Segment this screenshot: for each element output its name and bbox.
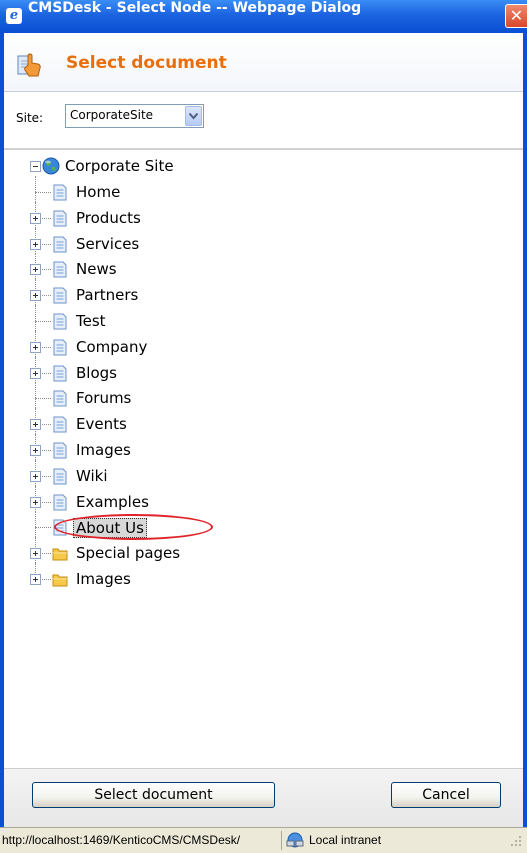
expand-icon[interactable]: [30, 496, 41, 508]
expand-icon[interactable]: [30, 470, 41, 482]
expand-icon[interactable]: [30, 445, 41, 456]
tree-node-label-selected[interactable]: About Us: [73, 518, 147, 539]
tree-connector: [35, 398, 51, 400]
tree-item: Special pages: [4, 537, 523, 567]
page-icon: [53, 287, 67, 304]
cancel-button[interactable]: Cancel: [391, 782, 501, 808]
security-zone-label: Local intranet: [309, 833, 382, 847]
dropdown-arrow-icon[interactable]: [185, 106, 202, 126]
tree-node-label[interactable]: Images: [76, 569, 131, 589]
expand-icon[interactable]: [30, 212, 41, 224]
collapse-icon[interactable]: [30, 161, 41, 172]
site-selector-row: Site: CorporateSite: [4, 92, 523, 148]
page-icon: [53, 416, 67, 433]
folder-icon: [52, 574, 68, 587]
tree-item: Test: [4, 305, 523, 335]
expand-icon[interactable]: [30, 574, 41, 585]
tree-node-label[interactable]: Blogs: [76, 363, 117, 383]
expand-icon[interactable]: [30, 290, 41, 302]
page-title: Select document: [66, 53, 227, 73]
tree-item: Wiki: [4, 459, 523, 490]
page-icon: [53, 390, 67, 407]
tree-item: Home: [4, 176, 523, 206]
expand-icon[interactable]: [30, 548, 41, 560]
select-document-icon: [17, 53, 41, 77]
page-icon: [53, 261, 67, 278]
resize-grip-icon[interactable]: [509, 834, 523, 848]
tree-node-label[interactable]: Examples: [76, 492, 149, 512]
expand-icon[interactable]: [30, 367, 41, 379]
tree-item: Services: [4, 227, 523, 258]
page-icon: [53, 468, 67, 485]
expand-icon[interactable]: [30, 238, 41, 250]
page-icon: [53, 442, 67, 459]
window-title: CMSDesk - Select Node -- Webpage Dialog: [28, 0, 362, 16]
site-label: Site:: [16, 111, 44, 125]
tree-connector: [35, 321, 51, 322]
page-icon: [53, 184, 67, 201]
internet-explorer-icon: e: [6, 8, 22, 24]
tree-item: Products: [4, 201, 523, 232]
tree-item: Forums: [4, 382, 523, 412]
tree-item: Blogs: [4, 356, 523, 387]
tree-item: Examples: [4, 485, 523, 516]
site-select-value: CorporateSite: [70, 108, 154, 122]
dialog-header: Select document: [4, 33, 523, 92]
tree-item: Company: [4, 330, 523, 361]
tree-item: Events: [4, 408, 523, 438]
tree-node-label[interactable]: Home: [76, 182, 120, 202]
tree-node-label[interactable]: Test: [76, 311, 106, 331]
status-bar: http://localhost:1469/KenticoCMS/CMSDesk…: [0, 827, 527, 853]
tree-root: Corporate Site: [4, 154, 523, 180]
page-icon: [53, 339, 67, 356]
tree-node-label[interactable]: Special pages: [76, 543, 180, 563]
page-icon: [53, 494, 67, 511]
select-document-button[interactable]: Select document: [32, 782, 275, 808]
tree-connector: [35, 305, 36, 331]
page-icon: [53, 210, 67, 227]
expand-icon[interactable]: [30, 419, 41, 431]
tree-node-label[interactable]: Company: [76, 337, 147, 357]
tree-node-label[interactable]: Services: [76, 234, 139, 254]
local-intranet-icon: [286, 832, 304, 848]
tree-connector: [35, 527, 51, 529]
tree-item: Images: [4, 563, 523, 593]
tree-item: News: [4, 253, 523, 283]
globe-icon: [42, 157, 60, 175]
tree-connector: [35, 192, 51, 193]
document-tree: Corporate Site Home Products Services News P…: [4, 151, 523, 761]
page-icon: [53, 519, 67, 536]
tree-node-label[interactable]: Images: [76, 440, 131, 460]
tree-item: Images: [4, 434, 523, 464]
tree-item: About Us: [4, 511, 523, 541]
tree-connector: [35, 511, 36, 538]
page-icon: [53, 236, 67, 253]
tree-node-label[interactable]: News: [76, 259, 117, 279]
dialog-footer: Select document Cancel: [4, 768, 523, 828]
tree-node-label[interactable]: Wiki: [76, 466, 108, 486]
expand-icon[interactable]: [30, 341, 41, 353]
window-titlebar: e CMSDesk - Select Node -- Webpage Dialo…: [0, 0, 527, 33]
page-icon: [53, 365, 67, 382]
status-url: http://localhost:1469/KenticoCMS/CMSDesk…: [2, 831, 282, 850]
tree-node-label[interactable]: Forums: [76, 388, 131, 408]
page-icon: [53, 313, 67, 330]
expand-icon[interactable]: [30, 264, 41, 276]
close-button[interactable]: ✕: [505, 4, 527, 28]
folder-icon: [52, 548, 68, 561]
tree-connector: [35, 382, 36, 409]
tree-node-label[interactable]: Products: [76, 208, 141, 228]
tree-node-label[interactable]: Partners: [76, 285, 138, 305]
tree-node-label[interactable]: Corporate Site: [65, 156, 174, 176]
tree-item: Partners: [4, 279, 523, 309]
tree-node-label[interactable]: Events: [76, 414, 127, 434]
site-select[interactable]: CorporateSite: [65, 104, 204, 128]
tree-connector: [35, 176, 36, 202]
